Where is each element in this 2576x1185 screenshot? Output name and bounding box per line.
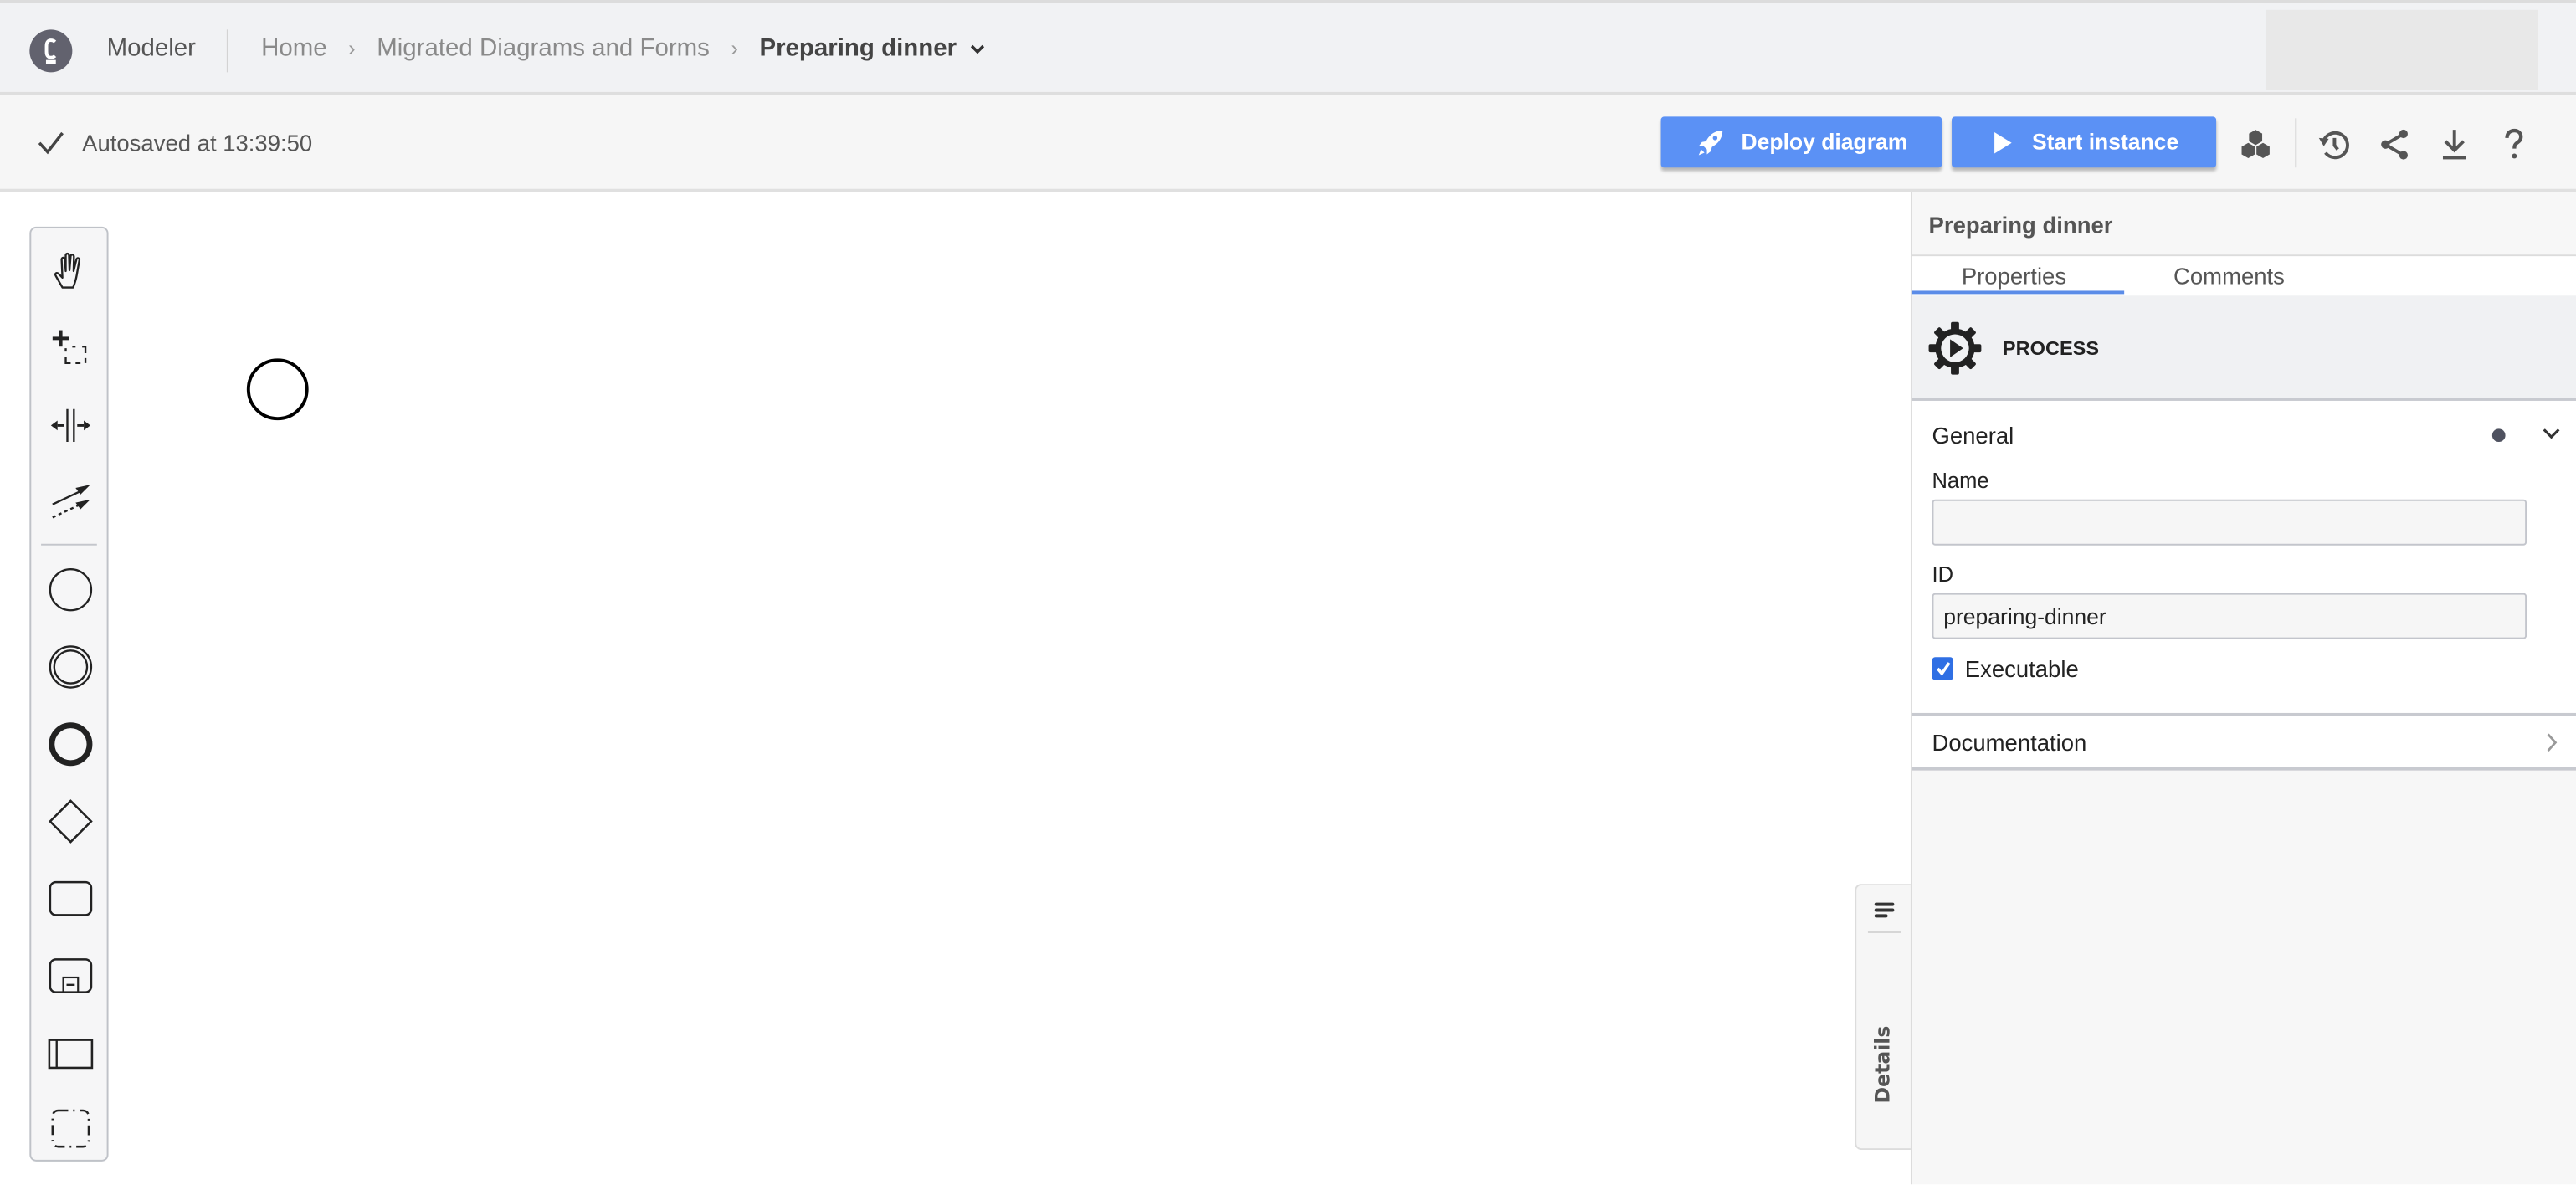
tab-comments[interactable]: Comments [2173,263,2285,289]
diagram-canvas[interactable]: Details [0,192,1911,1185]
play-icon [1994,131,2012,153]
deploy-diagram-button[interactable]: Deploy diagram [1660,116,1942,168]
top-header: Modeler Home › Migrated Diagrams and For… [0,0,2576,95]
tab-properties[interactable]: Properties [1962,263,2066,289]
breadcrumb: Home › Migrated Diagrams and Forms › Pre… [261,34,987,63]
camunda-logo[interactable] [29,29,73,73]
space-tool-icon [50,408,90,443]
documentation-group-header: Documentation [1932,729,2087,756]
name-input[interactable] [1932,499,2527,546]
create-gateway-button[interactable] [43,793,99,849]
chevron-down-icon[interactable] [970,40,987,57]
pool-icon [48,1039,94,1070]
group-icon [51,1109,90,1148]
chevron-down-icon[interactable] [2542,423,2562,444]
autosave-status: Autosaved at 13:39:50 [36,130,312,156]
subprocess-icon [49,958,93,993]
breadcrumb-project[interactable]: Migrated Diagrams and Forms [377,34,710,62]
panel-title: Preparing dinner [1928,212,2113,239]
general-group: General Name ID Executable [1911,400,2576,716]
name-label: Name [1932,468,1989,493]
executable-checkbox[interactable] [1932,657,1954,680]
hexagons-icon[interactable] [2238,128,2274,161]
checkmark-icon [38,131,64,155]
element-type-label: PROCESS [2002,336,2100,360]
id-label: ID [1932,562,1954,587]
chevron-right-icon [2547,733,2558,752]
app-name[interactable]: Modeler [107,34,196,62]
general-group-header[interactable]: General [1932,422,2014,448]
id-input[interactable] [1932,592,2527,639]
breadcrumb-current-diagram[interactable]: Preparing dinner [759,34,957,62]
active-tab-indicator [1911,290,2125,295]
executable-label[interactable]: Executable [1965,655,2079,681]
create-pool-button[interactable] [43,1025,99,1081]
space-tool-button[interactable] [43,398,99,454]
tool-palette [29,226,109,1162]
panel-tabs: Properties Comments [1911,256,2576,296]
autosave-text: Autosaved at 13:39:50 [82,130,313,156]
create-intermediate-event-button[interactable] [43,639,99,695]
create-task-button[interactable] [43,870,99,926]
modeler-app: Modeler Home › Migrated Diagrams and For… [0,0,2576,1185]
start-event-icon [49,568,93,612]
documentation-group[interactable]: Documentation [1911,716,2576,771]
lasso-tool-button[interactable] [43,321,99,377]
create-group-button[interactable] [43,1100,99,1157]
details-tab-separator [1867,931,1901,933]
history-icon[interactable] [2317,128,2353,161]
create-start-event-button[interactable] [43,562,99,618]
rocket-icon [1698,130,1722,155]
create-subprocess-button[interactable] [43,948,99,1004]
connect-icon [52,485,90,519]
text-lines-icon [1874,902,1895,918]
hand-tool-button[interactable] [43,244,99,300]
end-event-icon [49,722,93,767]
help-icon[interactable] [2496,128,2532,161]
hand-icon [54,252,81,289]
lasso-icon [52,330,87,365]
toolbar-divider [2295,118,2297,168]
start-instance-label: Start instance [2031,130,2179,155]
user-menu-placeholder[interactable] [2265,9,2538,90]
gateway-icon [49,799,93,844]
task-icon [49,880,93,916]
logo-icon [44,38,57,64]
breadcrumb-separator: › [731,36,738,61]
deploy-diagram-label: Deploy diagram [1741,130,1908,155]
intermediate-event-icon [49,645,93,689]
element-type-header: PROCESS [1911,295,2576,401]
executable-row: Executable [1932,655,2079,682]
process-gear-icon [1928,321,1982,375]
global-connect-tool-button[interactable] [43,473,99,529]
start-instance-button[interactable]: Start instance [1952,116,2217,168]
breadcrumb-separator: › [348,36,356,61]
download-icon[interactable] [2436,128,2472,161]
share-icon[interactable] [2377,128,2413,161]
palette-separator [41,543,97,546]
checkmark-icon [1936,662,1950,676]
properties-panel: Preparing dinner Properties Comments PRO… [1910,192,2576,1185]
breadcrumb-home[interactable]: Home [261,34,327,62]
data-marker-dot [2491,428,2506,443]
create-end-event-button[interactable] [43,716,99,772]
header-divider [226,29,228,73]
details-panel-toggle[interactable]: Details [1855,884,1911,1151]
details-tab-label: Details [1870,1025,1895,1104]
diagram-toolbar: Autosaved at 13:39:50 Deploy diagram Sta… [0,95,2576,192]
start-event-shape[interactable] [246,358,309,421]
